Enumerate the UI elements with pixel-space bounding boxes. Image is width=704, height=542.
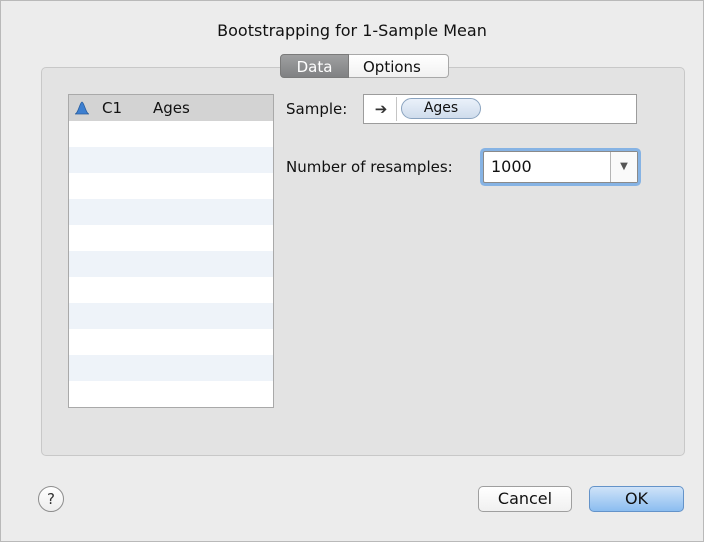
- resamples-combobox[interactable]: 1000 ▼: [483, 151, 638, 183]
- resamples-value[interactable]: 1000: [491, 152, 532, 182]
- list-row: [69, 329, 273, 355]
- variable-name: Ages: [153, 99, 190, 117]
- arrow-right-icon: ➔: [366, 97, 397, 121]
- list-row: [69, 355, 273, 381]
- variable-list[interactable]: C1 Ages: [68, 94, 274, 408]
- resamples-label: Number of resamples:: [286, 158, 453, 176]
- list-row: [69, 173, 273, 199]
- list-row: [69, 225, 273, 251]
- chevron-down-icon[interactable]: ▼: [610, 152, 637, 182]
- tab-bar: Data Options: [280, 54, 449, 78]
- ok-button[interactable]: OK: [589, 486, 684, 512]
- list-row: [69, 147, 273, 173]
- list-row: [69, 199, 273, 225]
- tab-options[interactable]: Options: [349, 54, 449, 78]
- dialog-title: Bootstrapping for 1-Sample Mean: [217, 21, 487, 40]
- sample-label: Sample:: [286, 100, 348, 118]
- distribution-icon: [74, 101, 90, 115]
- variable-column: C1: [102, 99, 123, 117]
- list-row: [69, 121, 273, 147]
- tab-data[interactable]: Data: [280, 54, 349, 78]
- list-row: [69, 251, 273, 277]
- sample-field[interactable]: ➔ Ages: [363, 94, 637, 124]
- list-row: [69, 381, 273, 407]
- variable-row-c1[interactable]: C1 Ages: [69, 95, 273, 121]
- list-row: [69, 277, 273, 303]
- list-row: [69, 303, 273, 329]
- dialog-window: Bootstrapping for 1-Sample Mean Data Opt…: [0, 0, 704, 542]
- cancel-button[interactable]: Cancel: [478, 486, 572, 512]
- sample-variable-token[interactable]: Ages: [401, 98, 481, 119]
- help-button[interactable]: ?: [38, 486, 64, 512]
